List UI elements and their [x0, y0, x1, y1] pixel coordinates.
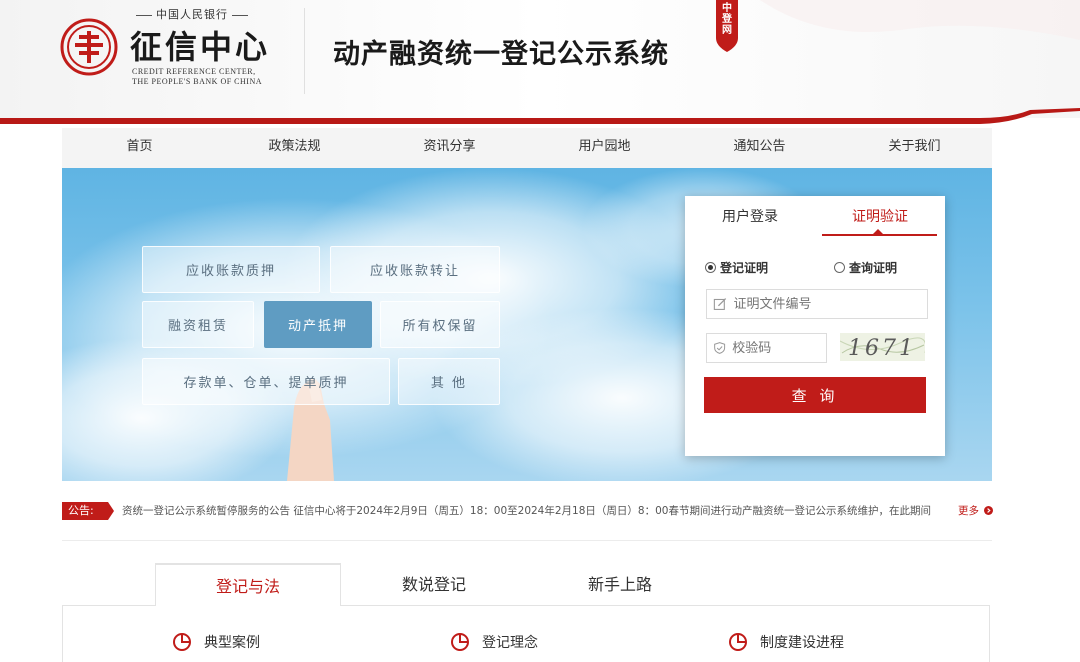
query-button[interactable]: 查 询 — [704, 377, 926, 413]
tile-retention-of-title[interactable]: 所有权保留 — [380, 301, 500, 348]
system-title: 动产融资统一登记公示系统 — [333, 39, 669, 70]
tab-beginner-guide[interactable]: 新手上路 — [527, 563, 713, 606]
verification-panel: 用户登录 证明验证 登记证明 查询证明 1671 查 询 — [685, 196, 945, 456]
nav-policy[interactable]: 政策法规 — [217, 128, 372, 168]
item-registration-philosophy-label: 登记理念 — [482, 635, 538, 651]
tile-receivables-pledge[interactable]: 应收账款质押 — [142, 246, 320, 293]
active-tab-underline — [822, 234, 937, 236]
edit-icon — [713, 298, 727, 310]
badge-text: 中 登 网 — [713, 3, 741, 36]
credit-center-seal-icon — [60, 18, 118, 76]
radio-query-cert[interactable]: 查询证明 — [834, 259, 897, 276]
badge-char-1: 中 — [722, 3, 732, 14]
cert-number-field — [706, 289, 928, 319]
badge-char-2: 登 — [722, 14, 732, 25]
panel-tabs: 用户登录 证明验证 — [685, 196, 945, 236]
item-system-construction[interactable]: 制度建设进程 — [728, 632, 844, 652]
item-typical-cases-label: 典型案例 — [204, 635, 260, 651]
item-registration-philosophy[interactable]: 登记理念 — [450, 632, 538, 652]
tile-chattel-mortgage[interactable]: 动产抵押 — [264, 301, 372, 348]
notice-text[interactable]: 资统一登记公示系统暂停服务的公告 征信中心将于2024年2月9日（周五）18：0… — [122, 502, 944, 520]
tab-user-login[interactable]: 用户登录 — [685, 196, 815, 236]
notice-tag: 公告: — [62, 502, 114, 520]
nav-news[interactable]: 资讯分享 — [372, 128, 527, 168]
tab-data-registration[interactable]: 数说登记 — [341, 563, 527, 606]
pie-chart-icon — [729, 633, 747, 651]
logo-name: 征信中心 — [130, 28, 271, 66]
tile-financial-leasing[interactable]: 融资租赁 — [142, 301, 254, 348]
notice-bar: 公告: 资统一登记公示系统暂停服务的公告 征信中心将于2024年2月9日（周五）… — [62, 500, 994, 522]
item-typical-cases[interactable]: 典型案例 — [172, 632, 260, 652]
active-tab-caret-icon — [873, 229, 883, 234]
radio-registration-cert-label: 登记证明 — [720, 261, 769, 275]
captcha-field — [706, 333, 827, 363]
more-arrow-icon — [984, 506, 994, 515]
notice-divider — [62, 540, 992, 541]
nav-about[interactable]: 关于我们 — [837, 128, 992, 168]
pie-chart-icon — [451, 633, 469, 651]
header-divider — [304, 8, 305, 94]
logo-english-line1: CREDIT REFERENCE CENTER, — [132, 67, 256, 76]
nav-user-garden[interactable]: 用户园地 — [527, 128, 682, 168]
radio-unselected-icon — [834, 262, 845, 273]
radio-registration-cert[interactable]: 登记证明 — [705, 259, 768, 276]
logo-english: CREDIT REFERENCE CENTER, THE PEOPLE'S BA… — [132, 67, 262, 87]
captcha-image[interactable]: 1671 — [840, 333, 925, 361]
shield-check-icon — [714, 342, 726, 354]
tile-deposit-warehouse-pledge[interactable]: 存款单、仓单、提单质押 — [142, 358, 390, 405]
info-tabs: 登记与法 数说登记 新手上路 — [155, 563, 713, 606]
notice-more-link[interactable]: 更多 — [958, 502, 994, 520]
radio-selected-icon — [705, 262, 716, 273]
badge-char-3: 网 — [722, 25, 732, 36]
nav-home[interactable]: 首页 — [62, 128, 217, 168]
main-nav: 首页 政策法规 资讯分享 用户园地 通知公告 关于我们 — [62, 128, 992, 168]
tile-other[interactable]: 其 他 — [398, 358, 500, 405]
pie-chart-icon — [173, 633, 191, 651]
logo-english-line2: THE PEOPLE'S BANK OF CHINA — [132, 77, 263, 86]
cert-number-input[interactable] — [733, 296, 927, 312]
bank-top-text: 中国人民银行 — [132, 6, 252, 22]
tab-registration-law[interactable]: 登记与法 — [155, 563, 341, 606]
site-header: 中国人民银行 征信中心 CREDIT REFERENCE CENTER, THE… — [0, 0, 1080, 128]
radio-query-cert-label: 查询证明 — [849, 261, 898, 275]
captcha-code: 1671 — [848, 336, 916, 361]
tile-receivables-transfer[interactable]: 应收账款转让 — [330, 246, 500, 293]
nav-notices[interactable]: 通知公告 — [682, 128, 837, 168]
notice-more-label: 更多 — [958, 505, 979, 517]
captcha-input[interactable] — [732, 340, 826, 356]
item-system-construction-label: 制度建设进程 — [760, 635, 844, 651]
